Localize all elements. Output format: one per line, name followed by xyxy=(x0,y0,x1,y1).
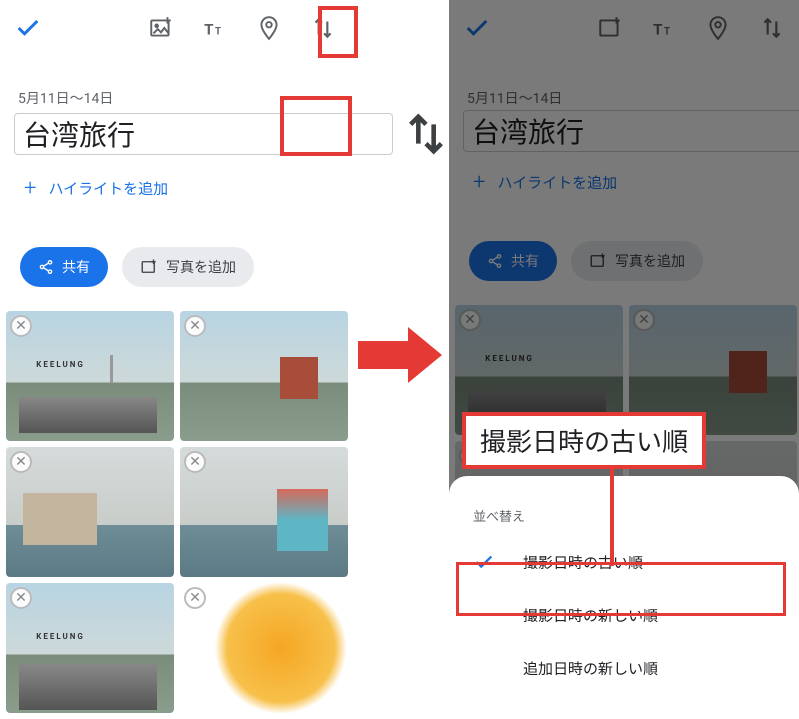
photo-grid: ✕KEELUNG ✕ ✕ ✕ ✕KEELUNG ✕ xyxy=(0,305,350,719)
share-icon xyxy=(487,253,503,269)
location-pin-icon[interactable] xyxy=(256,15,282,41)
svg-text:T: T xyxy=(204,21,214,39)
share-icon xyxy=(38,259,54,275)
remove-photo-icon[interactable]: ✕ xyxy=(10,451,32,473)
sheet-title: 並べ替え xyxy=(449,496,799,535)
toolbar: TT xyxy=(449,0,799,56)
confirm-check-icon[interactable] xyxy=(463,14,491,42)
remove-photo-icon[interactable]: ✕ xyxy=(184,451,206,473)
svg-text:T: T xyxy=(664,27,670,38)
tutorial-arrow xyxy=(358,320,444,390)
plus-icon: + xyxy=(24,176,36,201)
share-label: 共有 xyxy=(511,251,539,271)
photo-thumb[interactable]: ✕KEELUNG xyxy=(6,311,174,441)
add-photo-icon xyxy=(589,252,607,270)
plus-icon: + xyxy=(473,170,485,195)
annotation-connector-line xyxy=(610,466,614,566)
add-highlight-label: ハイライトを追加 xyxy=(497,172,617,193)
svg-text:T: T xyxy=(653,21,663,39)
add-highlight-row[interactable]: + ハイライトを追加 xyxy=(449,152,799,213)
add-photo-label: 写真を追加 xyxy=(615,251,685,271)
text-format-icon[interactable]: TT xyxy=(202,15,228,41)
sort-icon[interactable] xyxy=(759,15,785,41)
add-photo-button[interactable]: 写真を追加 xyxy=(122,247,254,287)
add-photo-icon xyxy=(140,258,158,276)
action-row: 共有 写真を追加 xyxy=(0,247,350,287)
sort-option-newest-added[interactable]: 追加日時の新しい順 xyxy=(449,642,799,695)
text-format-icon[interactable]: TT xyxy=(651,15,677,41)
photo-thumb[interactable]: ✕KEELUNG xyxy=(6,583,174,713)
annotation-highlight-box xyxy=(280,96,352,156)
album-title-input[interactable] xyxy=(463,110,799,152)
action-row: 共有 写真を追加 xyxy=(449,241,799,281)
remove-photo-icon[interactable]: ✕ xyxy=(10,315,32,337)
add-image-icon[interactable] xyxy=(597,15,623,41)
photo-thumb[interactable]: ✕ xyxy=(180,311,348,441)
title-row xyxy=(449,110,799,152)
sort-option-label: 追加日時の新しい順 xyxy=(523,658,658,679)
date-range: 5月11日〜14日 xyxy=(449,88,799,108)
sort-large-button[interactable] xyxy=(403,110,449,158)
remove-photo-icon[interactable]: ✕ xyxy=(184,315,206,337)
share-button[interactable]: 共有 xyxy=(20,247,108,287)
share-button[interactable]: 共有 xyxy=(469,241,557,281)
annotation-highlight-box xyxy=(318,6,358,58)
remove-photo-icon[interactable]: ✕ xyxy=(10,587,32,609)
photo-thumb[interactable]: ✕ xyxy=(180,583,348,713)
add-photo-label: 写真を追加 xyxy=(166,257,236,277)
remove-photo-icon[interactable]: ✕ xyxy=(184,587,206,609)
confirm-check-icon[interactable] xyxy=(14,14,42,42)
annotation-highlight-box xyxy=(456,562,786,616)
svg-text:T: T xyxy=(215,27,221,38)
toolbar: TT xyxy=(0,0,350,56)
remove-photo-icon[interactable]: ✕ xyxy=(633,309,655,331)
add-highlight-label: ハイライトを追加 xyxy=(48,178,168,199)
remove-photo-icon[interactable]: ✕ xyxy=(459,309,481,331)
photo-thumb[interactable]: ✕ xyxy=(180,447,348,577)
add-image-icon[interactable] xyxy=(148,15,174,41)
add-photo-button[interactable]: 写真を追加 xyxy=(571,241,703,281)
add-highlight-row[interactable]: + ハイライトを追加 xyxy=(0,158,350,219)
share-label: 共有 xyxy=(62,257,90,277)
location-pin-icon[interactable] xyxy=(705,15,731,41)
annotation-callout: 撮影日時の古い順 xyxy=(462,412,706,469)
photo-thumb[interactable]: ✕ xyxy=(6,447,174,577)
